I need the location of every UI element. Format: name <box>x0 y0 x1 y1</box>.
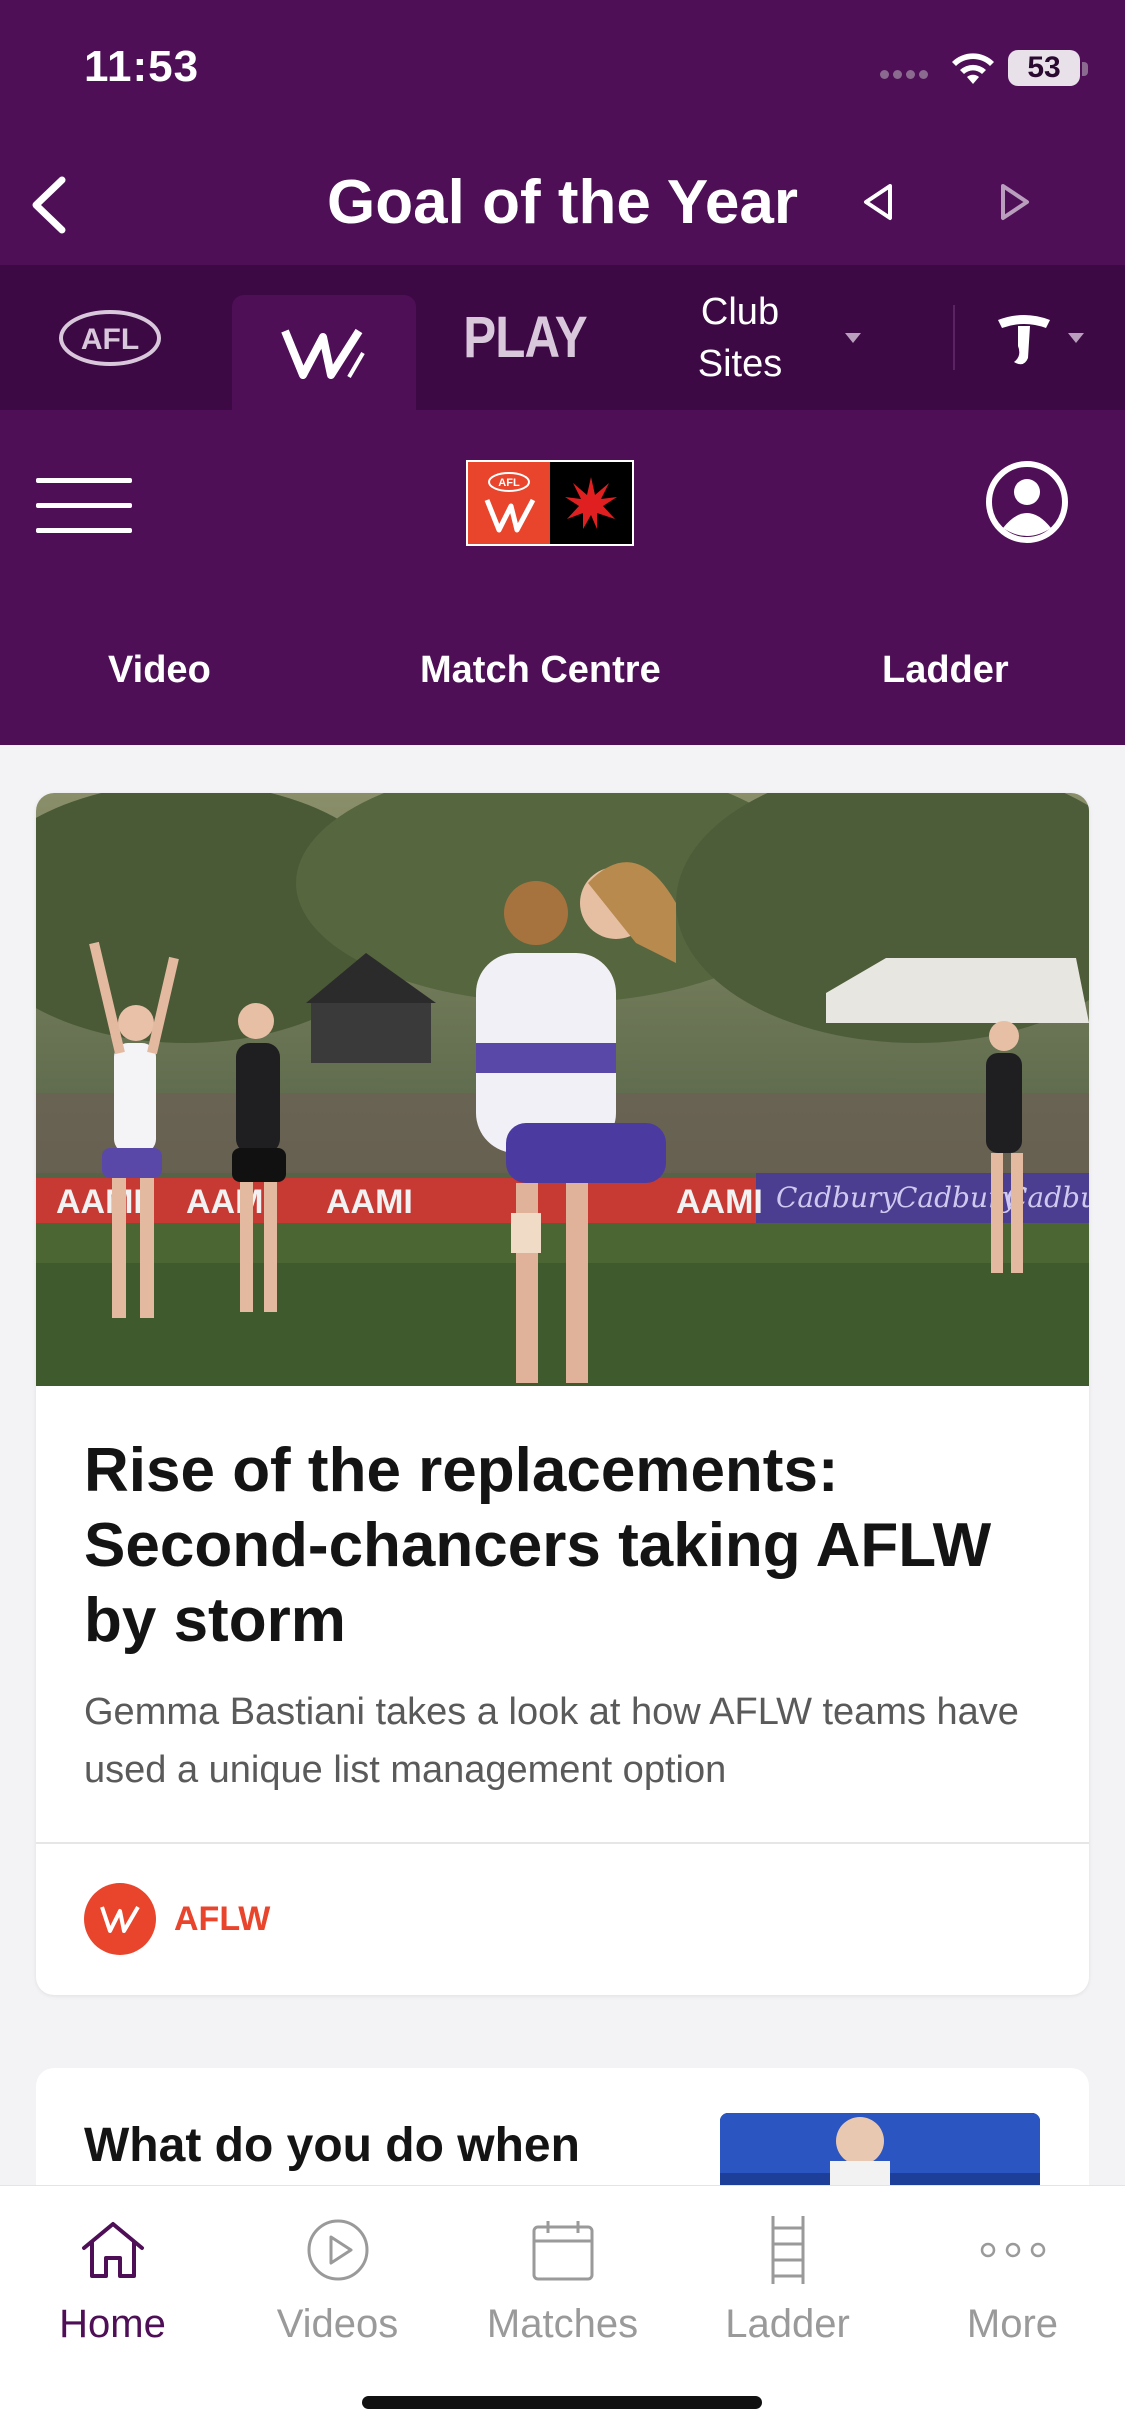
main-nav: AFL Video Match Centre Ladder <box>0 410 1125 745</box>
battery-icon: 53 <box>1008 50 1080 86</box>
svg-text:AFL: AFL <box>498 477 520 489</box>
app-screen: 11:53 53 Goal of the Year AFL PLAY Club … <box>0 0 1125 2436</box>
tab-matches[interactable]: Matches <box>450 2196 675 2356</box>
svg-text:AAMI: AAMI <box>326 1183 413 1221</box>
header-bar: Goal of the Year <box>0 140 1125 265</box>
tab-more-label: More <box>966 2302 1059 2346</box>
nav-link-match-centre[interactable]: Match Centre <box>420 625 661 715</box>
club-sites-dropdown[interactable]: Club Sites <box>650 265 830 410</box>
article-summary: Gemma Bastiani takes a look at how AFLW … <box>84 1691 1019 1791</box>
aflw-logo[interactable]: AFL <box>466 460 634 546</box>
card-divider <box>36 1842 1089 1844</box>
svg-text:AAMI: AAMI <box>186 1183 273 1221</box>
tab-home[interactable]: Home <box>0 2196 225 2356</box>
article-photo: AAMI AAMI AAMI AAMI Cadbury Cadbury Cadb… <box>36 793 1089 1386</box>
nav-link-video[interactable]: Video <box>108 625 211 715</box>
signal-icon <box>880 66 936 79</box>
profile-icon[interactable] <box>985 460 1069 544</box>
club-sites-line1: Club <box>700 290 780 333</box>
tab-home-label: Home <box>59 2302 166 2346</box>
tab-more[interactable]: More <box>900 2196 1125 2356</box>
page-title: Goal of the Year <box>327 168 798 237</box>
article-2-headline[interactable]: What do you do when <box>84 2113 644 2179</box>
sponsor-star-icon <box>550 462 632 544</box>
calendar-icon <box>523 2210 603 2290</box>
telstra-logo-icon <box>998 314 1050 364</box>
previous-arrow-icon[interactable] <box>858 180 898 224</box>
tab-videos[interactable]: Videos <box>225 2196 450 2356</box>
article-headline[interactable]: Rise of the replacements: Second-chancer… <box>84 1433 1044 1658</box>
svg-text:AAMI: AAMI <box>56 1183 143 1221</box>
home-icon <box>73 2210 153 2290</box>
svg-text:AFL: AFL <box>81 323 139 356</box>
telstra-dropdown[interactable] <box>985 265 1095 410</box>
next-arrow-icon[interactable] <box>995 180 1035 224</box>
brand-switcher-bar: AFL PLAY Club Sites <box>0 265 1125 410</box>
club-sites-caret-icon[interactable] <box>838 265 868 410</box>
aflw-w-logo-icon <box>281 328 365 379</box>
tab-videos-label: Videos <box>276 2302 399 2346</box>
brand-divider <box>953 305 955 370</box>
home-indicator[interactable] <box>362 2396 762 2409</box>
nav-link-ladder[interactable]: Ladder <box>882 625 1009 715</box>
svg-text:Cadbury: Cadbury <box>776 1181 898 1214</box>
aflw-logo-mark: AFL <box>468 462 550 544</box>
aflw-tag-icon <box>84 1883 156 1955</box>
hamburger-menu-icon[interactable] <box>36 478 132 534</box>
section-links: Video Match Centre Ladder <box>0 625 1125 715</box>
wifi-icon <box>952 53 994 84</box>
battery-tip <box>1082 62 1088 76</box>
tab-ladder-label: Ladder <box>725 2302 850 2346</box>
play-brand-tab[interactable]: PLAY <box>453 265 598 410</box>
article-tag[interactable]: AFLW <box>174 1893 270 1945</box>
telstra-caret-icon <box>1068 332 1084 343</box>
ladder-icon <box>748 2210 828 2290</box>
play-circle-icon <box>298 2210 378 2290</box>
status-bar: 11:53 53 <box>0 0 1125 140</box>
aflw-brand-tab[interactable] <box>232 295 416 410</box>
afl-brand-tab[interactable]: AFL <box>30 265 190 410</box>
afl-logo-icon: AFL <box>59 309 161 366</box>
back-chevron-icon[interactable] <box>22 170 82 240</box>
tab-ladder[interactable]: Ladder <box>675 2196 900 2356</box>
club-sites-line2: Sites <box>697 342 783 385</box>
svg-text:AAMI: AAMI <box>676 1183 763 1221</box>
featured-article-card[interactable]: AAMI AAMI AAMI AAMI Cadbury Cadbury Cadb… <box>36 793 1089 1995</box>
status-time: 11:53 <box>84 42 200 91</box>
tab-matches-label: Matches <box>486 2302 639 2346</box>
more-dots-icon <box>973 2210 1053 2290</box>
